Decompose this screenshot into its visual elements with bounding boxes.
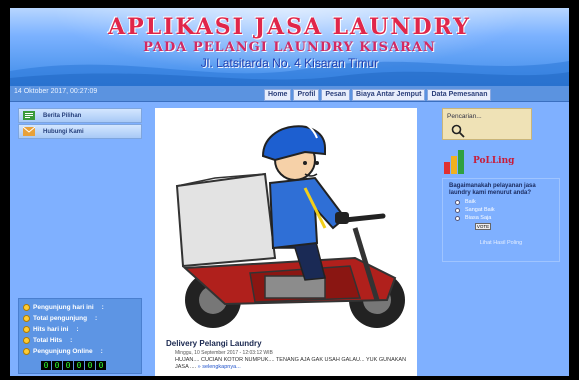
post-title[interactable]: Delivery Pelangi Laundry: [166, 339, 262, 348]
poll-option-sangat-baik[interactable]: Sangat Baik: [449, 207, 553, 213]
counter-digit: 0: [85, 361, 95, 370]
nav-menu: Home Profil Pesan Biaya Antar Jemput Dat…: [264, 89, 492, 101]
counter-digit: 0: [52, 361, 62, 370]
menu-hubungi-kami-label: Hubungi Kami: [43, 128, 84, 135]
menu-berita-pilihan[interactable]: Berita Pilihan: [18, 108, 142, 123]
stat-separator: :: [70, 337, 73, 344]
news-icon: [23, 111, 35, 120]
poll-option-label: Sangat Baik: [465, 207, 495, 213]
poll-option-baik[interactable]: Baik: [449, 199, 553, 205]
page: APLIKASI JASA LAUNDRY PADA PELANGI LAUND…: [10, 8, 569, 376]
post-date: Minggu, 10 September 2017 - 12:03:12 WIB: [175, 350, 273, 356]
app-subtitle: PADA PELANGI LAUNDRY KISARAN: [143, 40, 436, 55]
stat-separator: :: [76, 326, 79, 333]
nav-biaya-antar-jemput[interactable]: Biaya Antar Jemput: [351, 89, 426, 101]
poll-result-link[interactable]: Lihat Hasil Poling: [449, 240, 553, 246]
app-title: APLIKASI JASA LAUNDRY: [108, 14, 471, 40]
menu-berita-pilihan-label: Berita Pilihan: [43, 112, 82, 119]
stat-separator: :: [100, 348, 103, 355]
stat-separator: :: [95, 315, 98, 322]
counter-digit: 0: [96, 361, 106, 370]
nav-home[interactable]: Home: [264, 89, 292, 101]
counter-digit: 0: [41, 361, 51, 370]
navbar: 14 Oktober 2017, 00:27:09 Home Profil Pe…: [10, 86, 569, 102]
header-banner: APLIKASI JASA LAUNDRY PADA PELANGI LAUND…: [10, 8, 569, 86]
nav-pesan[interactable]: Pesan: [321, 89, 350, 101]
bullet-icon: [23, 304, 30, 311]
contact-icon: [23, 127, 35, 136]
radio-button[interactable]: [455, 207, 460, 213]
vote-button[interactable]: VOTE: [475, 223, 491, 230]
stat-label: Pengunjung hari ini: [33, 304, 94, 311]
poll-box: Bagaimanakah pelayanan jasa laundry kami…: [442, 178, 560, 262]
stat-pengunjung-online: Pengunjung Online :: [23, 346, 137, 357]
bullet-icon: [23, 315, 30, 322]
stat-label: Hits hari ini: [33, 326, 69, 333]
read-more-link[interactable]: » selengkapnya...: [198, 364, 241, 370]
counter-digit: 0: [63, 361, 73, 370]
stat-pengunjung-hari-ini: Pengunjung hari ini :: [23, 302, 137, 313]
bullet-icon: [23, 326, 30, 333]
stat-total-hits: Total Hits :: [23, 335, 137, 346]
visitor-counter: 0 0 0 0 0 0: [41, 361, 106, 370]
app-address: Jl. Latsitarda No. 4 Kisaran Timur: [200, 56, 379, 70]
radio-button[interactable]: [455, 199, 460, 205]
search-box[interactable]: Pencarian...: [442, 108, 532, 140]
bullet-icon: [23, 337, 30, 344]
main-content: Delivery Pelangi Laundry Minggu, 10 Sept…: [155, 108, 417, 376]
stat-label: Pengunjung Online: [33, 348, 93, 355]
poll-question: Bagaimanakah pelayanan jasa laundry kami…: [449, 183, 536, 196]
nav-profil[interactable]: Profil: [293, 89, 320, 101]
stat-separator: :: [101, 304, 104, 311]
counter-digit: 0: [74, 361, 84, 370]
poll-option-biasa-saja[interactable]: Biasa Saja: [449, 215, 553, 221]
polling-logo-text: PoLLing: [473, 156, 515, 166]
stat-label: Total Hits: [33, 337, 63, 344]
left-menu: Berita Pilihan Hubungi Kami: [18, 108, 142, 140]
delivery-illustration: [175, 119, 405, 328]
poll-option-label: Biasa Saja: [465, 215, 492, 221]
stat-hits-hari-ini: Hits hari ini :: [23, 324, 137, 335]
radio-button[interactable]: [455, 215, 460, 221]
search-placeholder: Pencarian...: [447, 113, 482, 120]
post-body: HUJAN.... CUCIAN KOTOR NUMPUK.... TENANG…: [175, 357, 407, 371]
search-icon[interactable]: [451, 124, 465, 138]
datetime-display: 14 Oktober 2017, 00:27:09: [14, 88, 98, 95]
stat-label: Total pengunjung: [33, 315, 88, 322]
menu-hubungi-kami[interactable]: Hubungi Kami: [18, 124, 142, 139]
poll-option-label: Baik: [465, 199, 476, 205]
visitor-stats: Pengunjung hari ini : Total pengunjung :…: [18, 298, 142, 374]
nav-data-pemesanan[interactable]: Data Pemesanan: [427, 89, 492, 101]
bullet-icon: [23, 348, 30, 355]
stat-total-pengunjung: Total pengunjung :: [23, 313, 137, 324]
